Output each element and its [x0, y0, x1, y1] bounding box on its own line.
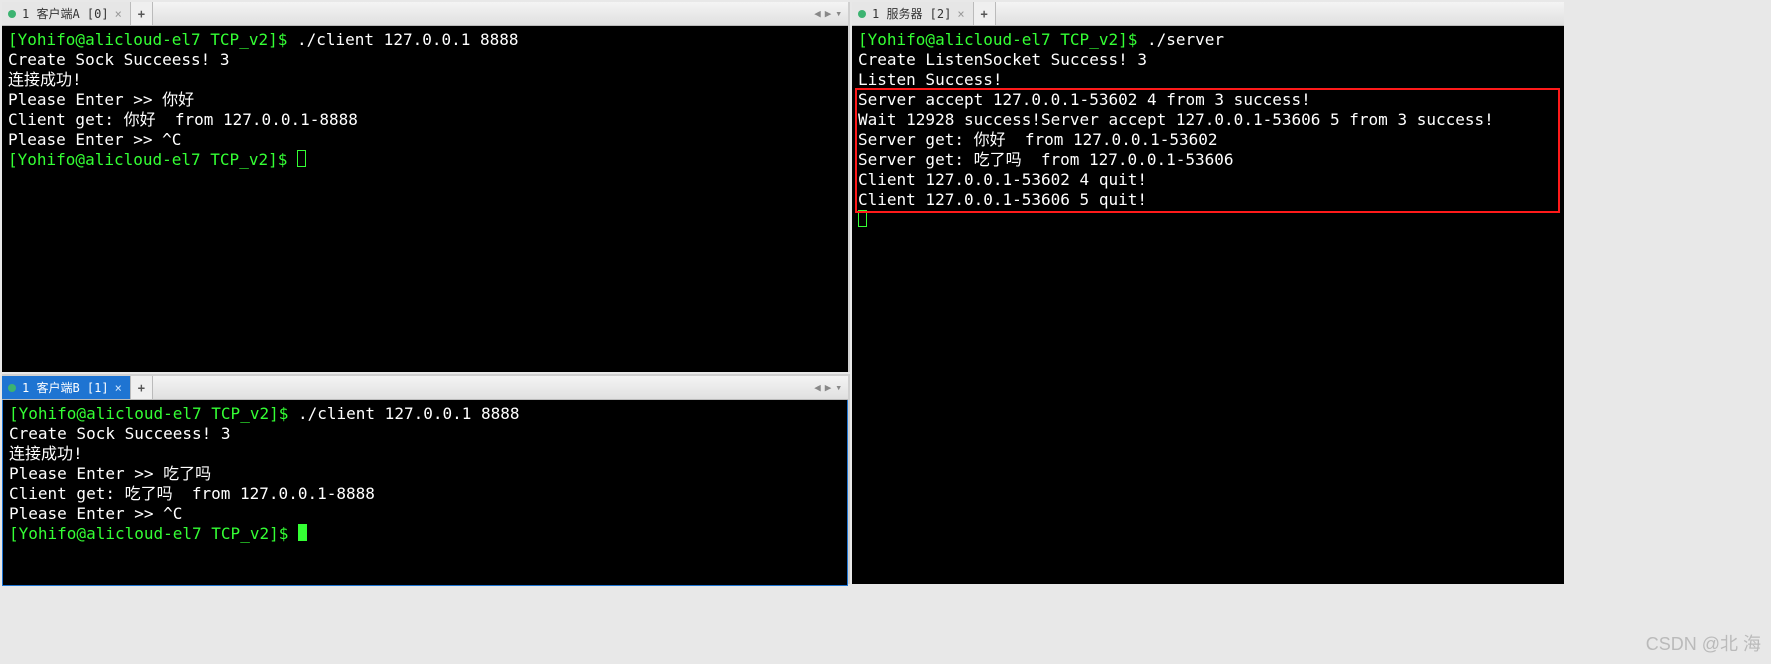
cursor-icon: [858, 210, 867, 227]
tab-next-icon[interactable]: ▶: [825, 7, 832, 20]
tab-server[interactable]: 1 服务器 [2] ×: [852, 2, 974, 25]
tab-client-a[interactable]: 1 客户端A [0] ×: [2, 2, 131, 25]
terminal-server[interactable]: [Yohifo@alicloud-el7 TCP_v2]$ ./server C…: [852, 26, 1564, 584]
shell-prompt: [Yohifo@alicloud-el7 TCP_v2]$: [8, 150, 297, 169]
shell-prompt: [Yohifo@alicloud-el7 TCP_v2]$: [8, 30, 297, 49]
cursor-icon: [298, 524, 307, 541]
terminal-client-a[interactable]: [Yohifo@alicloud-el7 TCP_v2]$ ./client 1…: [2, 26, 848, 372]
tab-label: 1 客户端B [1]: [22, 379, 109, 396]
shell-command: ./client 127.0.0.1 8888: [297, 30, 519, 49]
terminal-line: Please Enter >> 你好: [8, 90, 194, 109]
add-tab-button[interactable]: +: [974, 2, 996, 25]
tab-next-icon[interactable]: ▶: [825, 381, 832, 394]
terminal-client-b[interactable]: [Yohifo@alicloud-el7 TCP_v2]$ ./client 1…: [2, 400, 848, 586]
tab-nav-arrows: ◀ ▶ ▾: [814, 376, 848, 399]
terminal-line: Please Enter >> 吃了吗: [9, 464, 211, 483]
tabbar-client-b: 1 客户端B [1] × + ◀ ▶ ▾: [2, 376, 848, 400]
pane-server: 1 服务器 [2] × + [Yohifo@alicloud-el7 TCP_v…: [852, 2, 1564, 584]
tab-menu-icon[interactable]: ▾: [835, 7, 842, 20]
shell-command: ./client 127.0.0.1 8888: [298, 404, 520, 423]
close-icon[interactable]: ×: [115, 381, 122, 395]
tab-prev-icon[interactable]: ◀: [814, 381, 821, 394]
shell-command: ./server: [1147, 30, 1224, 49]
add-tab-button[interactable]: +: [131, 2, 153, 25]
status-dot-icon: [8, 10, 16, 18]
pane-client-b: 1 客户端B [1] × + ◀ ▶ ▾ [Yohifo@alicloud-el…: [2, 374, 850, 584]
terminal-line: Client 127.0.0.1-53602 4 quit!: [858, 170, 1147, 189]
tab-label: 1 服务器 [2]: [872, 5, 951, 22]
terminal-line: Server get: 吃了吗 from 127.0.0.1-53606: [858, 150, 1234, 169]
terminal-line: Client get: 吃了吗 from 127.0.0.1-8888: [9, 484, 375, 503]
close-icon[interactable]: ×: [115, 7, 122, 21]
add-tab-button[interactable]: +: [131, 376, 153, 399]
status-dot-icon: [8, 384, 16, 392]
terminal-line: Create ListenSocket Success! 3: [858, 50, 1147, 69]
terminal-line: 连接成功!: [9, 444, 83, 463]
tab-client-b[interactable]: 1 客户端B [1] ×: [2, 376, 131, 399]
cursor-icon: [297, 150, 306, 167]
status-dot-icon: [858, 10, 866, 18]
tabbar-server: 1 服务器 [2] × +: [852, 2, 1564, 26]
tab-prev-icon[interactable]: ◀: [814, 7, 821, 20]
terminal-line: Listen Success!: [858, 70, 1003, 89]
terminal-line: Create Sock Succeess! 3: [9, 424, 231, 443]
terminal-line: Client get: 你好 from 127.0.0.1-8888: [8, 110, 358, 129]
terminal-line: 连接成功!: [8, 70, 82, 89]
close-icon[interactable]: ×: [957, 7, 964, 21]
terminal-line: Please Enter >> ^C: [9, 504, 182, 523]
terminal-line: Please Enter >> ^C: [8, 130, 181, 149]
terminal-line: Server get: 你好 from 127.0.0.1-53602: [858, 130, 1218, 149]
pane-client-a: 1 客户端A [0] × + ◀ ▶ ▾ [Yohifo@alicloud-el…: [2, 2, 850, 372]
shell-prompt: [Yohifo@alicloud-el7 TCP_v2]$: [858, 30, 1147, 49]
terminal-line: Wait 12928 success!Server accept 127.0.0…: [858, 110, 1494, 129]
tab-menu-icon[interactable]: ▾: [835, 381, 842, 394]
terminal-line: Create Sock Succeess! 3: [8, 50, 230, 69]
watermark: CSDN @北 海: [1646, 630, 1761, 656]
tabbar-client-a: 1 客户端A [0] × + ◀ ▶ ▾: [2, 2, 848, 26]
terminal-line: Client 127.0.0.1-53606 5 quit!: [858, 190, 1147, 209]
terminal-line: Server accept 127.0.0.1-53602 4 from 3 s…: [858, 90, 1311, 109]
tab-label: 1 客户端A [0]: [22, 5, 109, 22]
shell-prompt: [Yohifo@alicloud-el7 TCP_v2]$: [9, 404, 298, 423]
shell-prompt: [Yohifo@alicloud-el7 TCP_v2]$: [9, 524, 298, 543]
tab-nav-arrows: ◀ ▶ ▾: [814, 2, 848, 25]
